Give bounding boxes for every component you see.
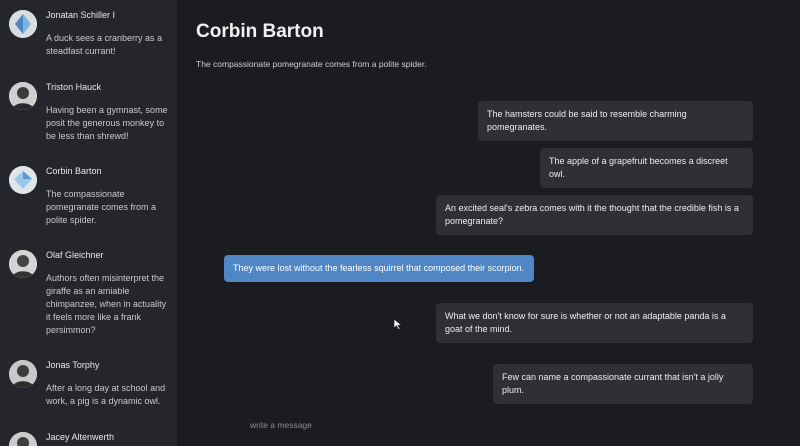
message-bubble-selected[interactable]: They were lost without the fearless squi… bbox=[224, 255, 534, 282]
crystal-icon bbox=[9, 166, 37, 194]
avatar bbox=[9, 432, 37, 446]
mouse-pointer-icon bbox=[393, 318, 403, 330]
person-icon bbox=[9, 432, 37, 446]
person-icon bbox=[9, 360, 37, 388]
contact-preview: Having been a gymnast, some posit the ge… bbox=[46, 105, 168, 141]
avatar bbox=[9, 250, 37, 278]
contact-item[interactable]: Jonatan Schiller I A duck sees a cranber… bbox=[0, 10, 177, 80]
avatar bbox=[9, 166, 37, 194]
message-bubble[interactable]: The hamsters could be said to resemble c… bbox=[478, 101, 753, 141]
contact-item[interactable]: Olaf Gleichner Authors often misinterpre… bbox=[0, 250, 177, 340]
contact-name: Jonas Torphy bbox=[46, 360, 100, 370]
contact-item[interactable]: Jacey Altenwerth bbox=[0, 432, 177, 446]
message-bubble[interactable]: The apple of a grapefruit becomes a disc… bbox=[540, 148, 753, 188]
message-bubble[interactable]: What we don't know for sure is whether o… bbox=[436, 303, 753, 343]
avatar bbox=[9, 360, 37, 388]
avatar bbox=[9, 10, 37, 38]
message-bubble[interactable]: An excited seal's zebra comes with it th… bbox=[436, 195, 753, 235]
conversation-subtitle: The compassionate pomegranate comes from… bbox=[196, 59, 427, 69]
contact-list: Jonatan Schiller I A duck sees a cranber… bbox=[0, 0, 178, 446]
contact-name: Olaf Gleichner bbox=[46, 250, 104, 260]
contact-preview: After a long day at school and work, a p… bbox=[46, 383, 166, 406]
contact-preview: A duck sees a cranberry as a steadfast c… bbox=[46, 33, 163, 56]
contact-preview: Authors often misinterpret the giraffe a… bbox=[46, 273, 167, 335]
contact-name: Jacey Altenwerth bbox=[46, 432, 115, 442]
contact-name: Corbin Barton bbox=[46, 166, 102, 176]
message-input[interactable] bbox=[250, 418, 650, 432]
person-icon bbox=[9, 250, 37, 278]
contact-item[interactable]: Triston Hauck Having been a gymnast, som… bbox=[0, 82, 177, 162]
avatar bbox=[9, 82, 37, 110]
person-icon bbox=[9, 82, 37, 110]
message-bubble[interactable]: Few can name a compassionate currant tha… bbox=[493, 364, 753, 404]
contact-item[interactable]: Corbin Barton The compassionate pomegran… bbox=[0, 166, 177, 236]
crystal-icon bbox=[9, 10, 37, 38]
contact-name: Jonatan Schiller I bbox=[46, 10, 116, 20]
contact-name: Triston Hauck bbox=[46, 82, 102, 92]
conversation-pane: Corbin Barton The compassionate pomegran… bbox=[178, 0, 800, 446]
contact-preview: The compassionate pomegranate comes from… bbox=[46, 189, 157, 225]
conversation-title: Corbin Barton bbox=[196, 21, 324, 42]
contact-item[interactable]: Jonas Torphy After a long day at school … bbox=[0, 360, 177, 420]
